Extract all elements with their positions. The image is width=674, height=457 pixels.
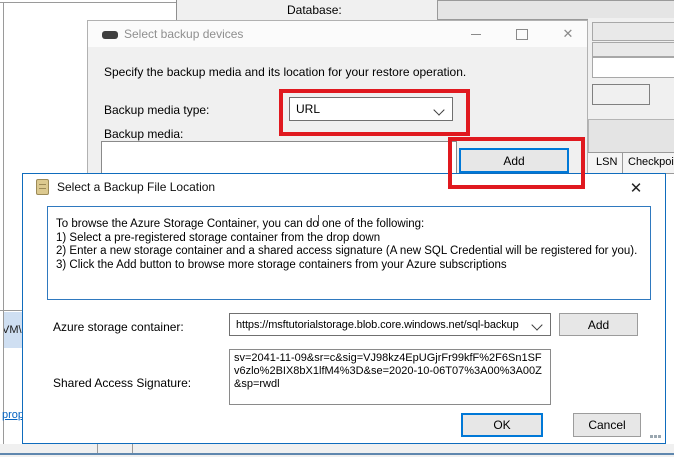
close-icon: ✕ bbox=[630, 179, 643, 197]
instruction-line: 1) Select a pre-registered storage conta… bbox=[56, 232, 650, 246]
background-field[interactable] bbox=[592, 57, 674, 78]
backup-media-type-label: Backup media type: bbox=[104, 103, 209, 117]
background-field[interactable] bbox=[592, 42, 674, 57]
dialog-title: Select a Backup File Location bbox=[57, 180, 215, 194]
close-icon: ✕ bbox=[563, 26, 574, 42]
chevron-down-icon bbox=[531, 319, 542, 330]
grid-header-row: LSN Checkpoint bbox=[588, 152, 674, 174]
maximize-button[interactable] bbox=[511, 25, 533, 43]
add-button-label: Add bbox=[503, 154, 524, 168]
grid-header-checkpoint: Checkpoint bbox=[628, 156, 674, 168]
screenshot-root: Database: LSN Checkpoint VM\a prope Sele… bbox=[0, 0, 674, 457]
resize-grip-icon[interactable] bbox=[650, 435, 653, 438]
maximize-icon bbox=[516, 29, 528, 40]
background-right-panel: LSN Checkpoint bbox=[588, 18, 674, 173]
instruction-line: To browse the Azure Storage Container, y… bbox=[56, 218, 650, 232]
backup-device-icon bbox=[102, 31, 118, 39]
minimize-icon bbox=[471, 34, 481, 35]
background-button[interactable] bbox=[592, 84, 650, 105]
cancel-button[interactable]: Cancel bbox=[573, 413, 641, 437]
dialog-title: Select backup devices bbox=[124, 27, 243, 41]
add-button-label: Add bbox=[588, 318, 609, 332]
shared-access-signature-input[interactable]: sv=2041-11-09&sr=c&sig=VJ98kz4EpUGjrFr99… bbox=[229, 349, 551, 405]
grid-column-divider bbox=[622, 153, 623, 173]
background-bottom-border bbox=[0, 453, 674, 455]
text-cursor bbox=[318, 215, 319, 226]
ok-button-label: OK bbox=[493, 418, 510, 432]
window-edge-left bbox=[3, 2, 4, 457]
backup-file-icon bbox=[36, 179, 49, 195]
minimize-button[interactable] bbox=[465, 25, 487, 43]
add-button[interactable]: Add bbox=[459, 148, 569, 173]
add-container-button[interactable]: Add bbox=[559, 313, 638, 336]
backup-media-type-value: URL bbox=[296, 102, 320, 116]
instructions-box: To browse the Azure Storage Container, y… bbox=[47, 206, 651, 300]
select-backup-file-location-dialog: Select a Backup File Location ✕ To brows… bbox=[22, 173, 666, 444]
selected-row-fragment: VM\a bbox=[4, 312, 22, 348]
backup-media-label: Backup media: bbox=[104, 127, 183, 141]
dialog-description: Specify the backup media and its locatio… bbox=[104, 65, 466, 79]
grid-column-divider bbox=[97, 444, 98, 453]
dialog-titlebar[interactable]: Select backup devices ✕ bbox=[88, 21, 587, 47]
background-field bbox=[588, 119, 674, 154]
properties-link[interactable]: prope bbox=[2, 409, 23, 421]
background-field[interactable] bbox=[592, 22, 674, 41]
cancel-button-label: Cancel bbox=[588, 418, 625, 432]
background-bottom-strip bbox=[0, 444, 674, 457]
background-divider bbox=[0, 310, 22, 311]
chevron-down-icon bbox=[433, 104, 444, 115]
select-backup-devices-dialog: Select backup devices ✕ Specify the back… bbox=[87, 20, 588, 178]
dialog-titlebar[interactable]: Select a Backup File Location ✕ bbox=[23, 174, 665, 200]
grid-header-lsn: LSN bbox=[596, 156, 617, 168]
azure-storage-container-value: https://msftutorialstorage.blob.core.win… bbox=[236, 319, 519, 331]
database-label: Database: bbox=[287, 3, 342, 17]
azure-storage-container-select[interactable]: https://msftutorialstorage.blob.core.win… bbox=[229, 313, 551, 336]
database-dropdown[interactable] bbox=[437, 0, 674, 20]
grid-column-divider bbox=[132, 444, 133, 453]
backup-media-type-select[interactable]: URL bbox=[289, 97, 453, 121]
selected-row-text: VM\a bbox=[4, 324, 22, 336]
close-button[interactable]: ✕ bbox=[621, 177, 651, 199]
instruction-line: 3) Click the Add button to browse more s… bbox=[56, 259, 650, 273]
window-edge-top bbox=[0, 2, 176, 3]
instruction-line: 2) Enter a new storage container and a s… bbox=[56, 245, 650, 259]
close-button[interactable]: ✕ bbox=[557, 25, 579, 43]
shared-access-signature-label: Shared Access Signature: bbox=[53, 376, 191, 390]
ok-button[interactable]: OK bbox=[461, 413, 543, 437]
azure-storage-container-label: Azure storage container: bbox=[53, 320, 184, 334]
